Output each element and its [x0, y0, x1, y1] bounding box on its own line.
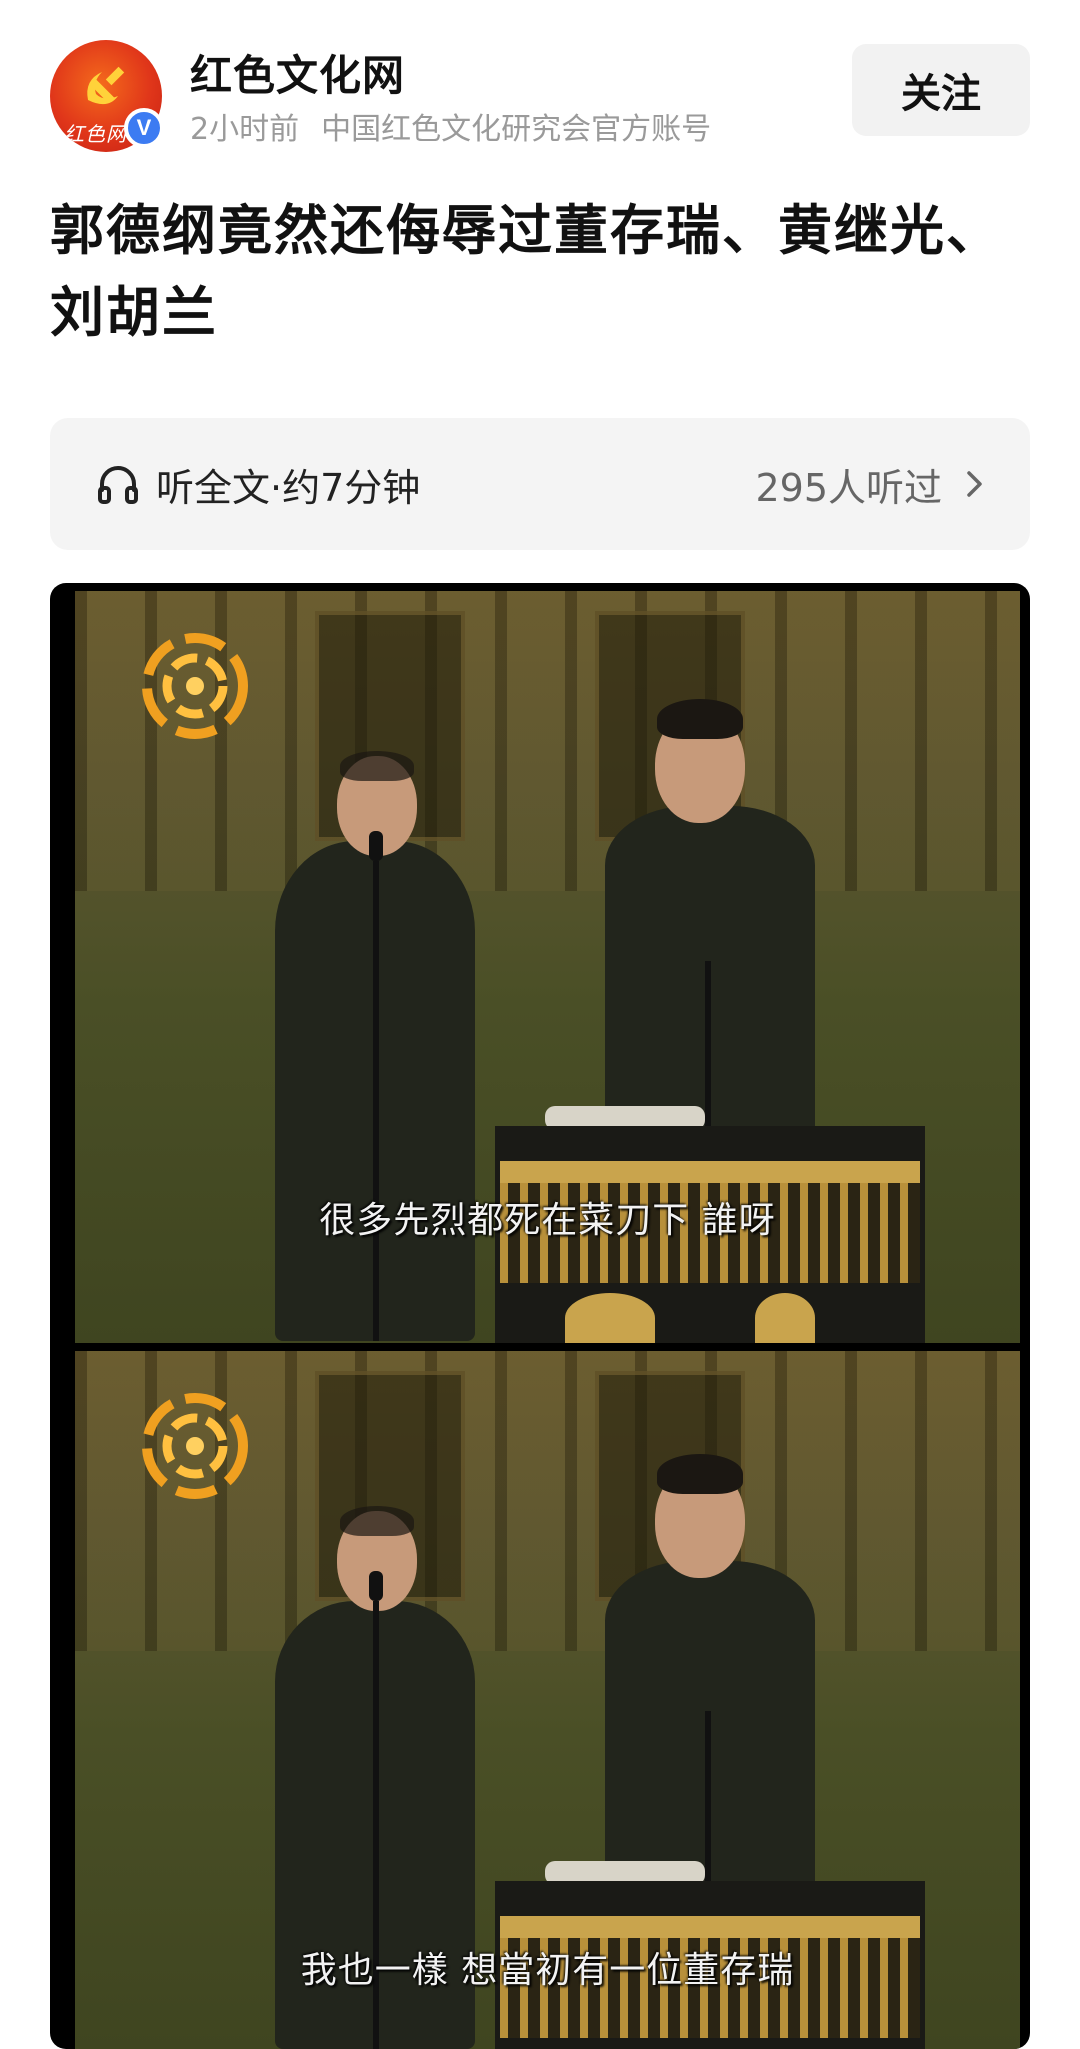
- listen-left: 听全文·约7分钟: [94, 418, 420, 550]
- post-meta: 2小时前 中国红色文化研究会官方账号: [190, 104, 711, 148]
- avatar-logo-text: 红色网: [64, 122, 127, 146]
- account-avatar[interactable]: 红色网 V: [50, 40, 164, 152]
- listen-full-text-bar[interactable]: 听全文·约7分钟 295人听过: [50, 418, 1030, 550]
- headphone-icon: [98, 466, 138, 504]
- hammer-sickle-icon: [87, 66, 125, 105]
- phoenix-logo-icon: [142, 633, 248, 739]
- performer-left-hair: [340, 751, 414, 781]
- chevron-right-icon: [967, 471, 982, 497]
- listen-label: 听全文·约7分钟: [156, 465, 421, 510]
- microphone: [369, 831, 383, 861]
- listen-right: 295人听过: [755, 418, 986, 550]
- article-image[interactable]: 很多先烈都死在菜刀下 誰呀 我也一樣 想當初有一位董存瑞: [50, 583, 1030, 2049]
- video-subtitle-bottom: 我也一樣 想當初有一位董存瑞: [300, 1950, 795, 1991]
- listen-count: 295人听过: [755, 465, 942, 510]
- post-header: 红色网 V 红色文化网 2小时前 中国红色文化研究会官方账号 关注: [50, 40, 1030, 152]
- phoenix-logo-icon: [142, 1393, 248, 1499]
- follow-button[interactable]: 关注: [852, 44, 1030, 136]
- account-description: 中国红色文化研究会官方账号: [321, 112, 712, 147]
- video-frame-bottom: 我也一樣 想當初有一位董存瑞: [75, 1351, 1020, 2049]
- post-time: 2小时前: [190, 112, 300, 147]
- table-tassel-band: [500, 1161, 920, 1183]
- video-frame-top: 很多先烈都死在菜刀下 誰呀: [75, 591, 1020, 1343]
- table-tassel-band: [500, 1916, 920, 1938]
- performer-right-hair: [657, 1454, 743, 1494]
- verified-badge-icon: V: [124, 108, 164, 148]
- article-title: 郭德纲竟然还侮辱过董存瑞、黄继光、刘胡兰: [50, 199, 1002, 344]
- performer-right-hair: [657, 699, 743, 739]
- performer-left-hair: [340, 1506, 414, 1536]
- account-name[interactable]: 红色文化网: [190, 42, 405, 103]
- microphone-stand: [373, 861, 379, 1341]
- microphone: [369, 1571, 383, 1601]
- table-emblem: [755, 1293, 815, 1343]
- table-emblem: [565, 1293, 655, 1343]
- video-subtitle-top: 很多先烈都死在菜刀下 誰呀: [319, 1200, 776, 1241]
